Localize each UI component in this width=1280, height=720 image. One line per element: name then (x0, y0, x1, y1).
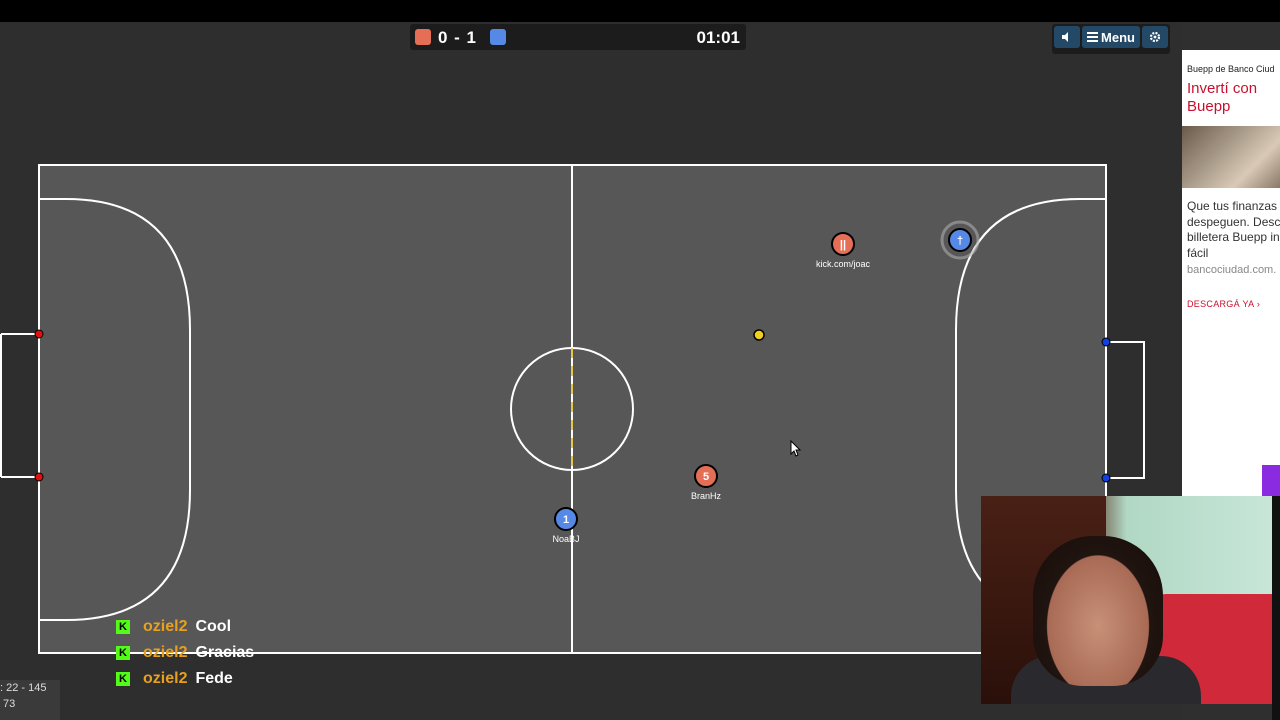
right-goalpost-bottom (1101, 473, 1111, 483)
chat-username: oziel2 (143, 618, 188, 635)
chat-text: Cool (195, 618, 232, 635)
kick-icon: K (116, 672, 130, 686)
score: 0 - 1 (438, 28, 478, 47)
svg-text:†: † (957, 235, 963, 247)
hamburger-icon (1087, 32, 1099, 42)
left-goal (0, 333, 39, 478)
menu-button[interactable]: Menu (1082, 26, 1140, 48)
right-goalpost-top (1101, 337, 1111, 347)
scoreboard: 0 - 1 01:01 (410, 24, 746, 50)
player-red-joac: || (831, 232, 855, 256)
player-name-branhz: BranHz (690, 491, 721, 501)
game-controls: Menu (1052, 24, 1170, 54)
svg-text:5: 5 (703, 471, 709, 483)
player-blue-1: 1 (554, 507, 578, 531)
left-goalpost-bottom (34, 472, 44, 482)
chat-message: K oziel2 Cool (116, 614, 254, 640)
ad-side-tab[interactable] (1262, 465, 1280, 496)
right-goal (1106, 341, 1145, 479)
menu-label: Menu (1101, 29, 1135, 45)
ad-headline[interactable]: Invertí con Buepp (1187, 80, 1277, 116)
sound-button[interactable] (1054, 26, 1080, 48)
stats-line-1: : 22 - 145 (0, 682, 47, 694)
gear-icon (1149, 31, 1161, 43)
ball (753, 329, 765, 341)
svg-text:||: || (840, 239, 846, 251)
stats-line-2: 73 (3, 698, 16, 710)
player-name-noabj: NoaBJ (552, 534, 580, 544)
blue-team-color (490, 29, 506, 45)
mouse-cursor-icon (790, 440, 802, 457)
webcam-overlay (981, 496, 1272, 704)
chevron-right-icon: › (1256, 299, 1261, 309)
ad-image[interactable] (1182, 126, 1280, 188)
kick-icon: K (116, 620, 130, 634)
ad-brand: Buepp de Banco Ciud (1187, 64, 1275, 74)
speaker-icon (1062, 32, 1068, 42)
ad-cta-label: DESCARGÁ YA (1187, 299, 1254, 309)
chat-text: Fede (195, 670, 233, 687)
settings-button[interactable] (1142, 26, 1168, 48)
chat-overlay: K oziel2 Cool K oziel2 Gracias K oziel2 … (116, 614, 254, 692)
red-team-color (415, 29, 431, 45)
chat-message: K oziel2 Fede (116, 666, 254, 692)
network-stats: : 22 - 145 73 (0, 680, 60, 720)
cam-edge (1272, 496, 1280, 720)
player-red-5: 5 (694, 464, 718, 488)
chat-message: K oziel2 Gracias (116, 640, 254, 666)
ad-body: Que tus finanzas despeguen. Desca la bil… (1187, 199, 1280, 260)
chat-username: oziel2 (143, 670, 188, 687)
match-timer: 01:01 (696, 28, 740, 47)
player-name-joac: kick.com/joac (815, 259, 870, 269)
svg-text:1: 1 (563, 514, 569, 526)
chat-username: oziel2 (143, 644, 188, 661)
streamer-head (1033, 536, 1163, 686)
left-goalpost-top (34, 329, 44, 339)
ad-cta-link[interactable]: DESCARGÁ YA › (1187, 299, 1260, 309)
ad-url[interactable]: bancociudad.com. (1187, 264, 1276, 276)
kick-icon: K (116, 646, 130, 660)
ad-banner[interactable]: Buepp de Banco Ciud Invertí con Buepp Qu… (1182, 50, 1280, 496)
chat-text: Gracias (195, 644, 255, 661)
